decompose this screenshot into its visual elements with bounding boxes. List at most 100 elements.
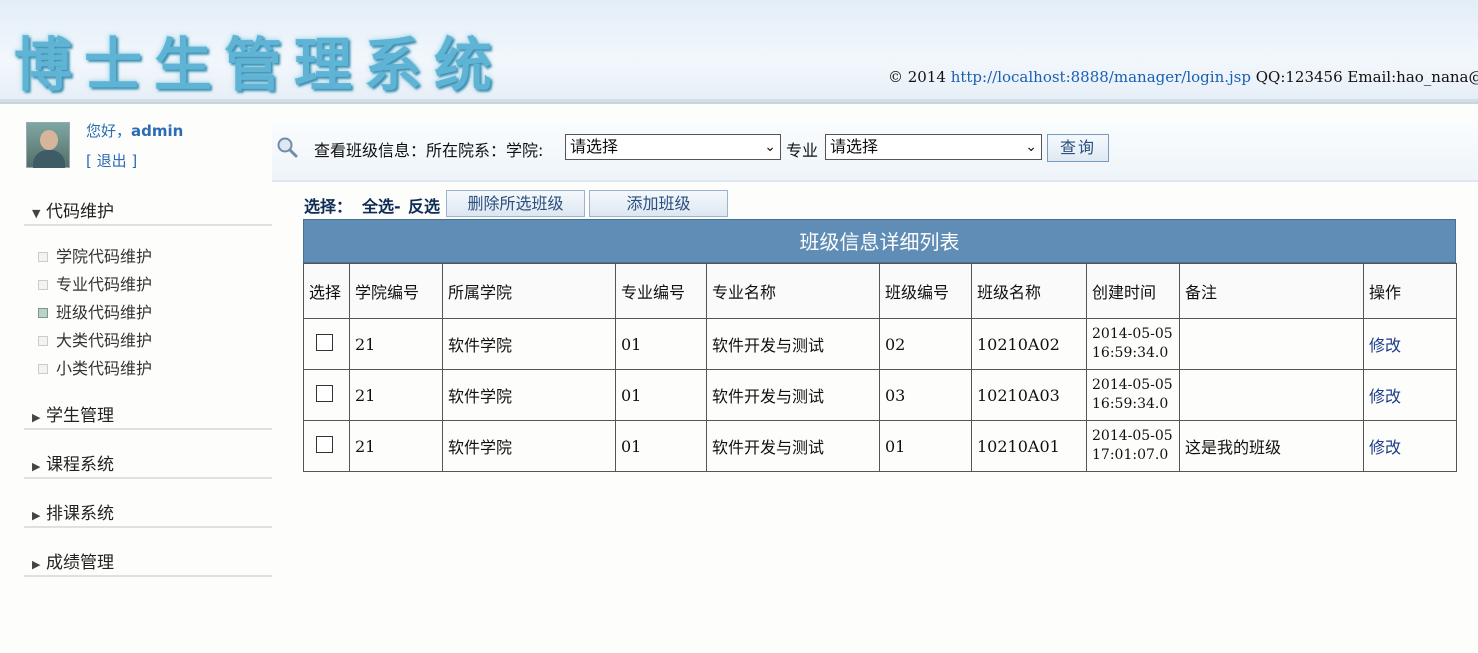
college-id-cell: 21 [349, 318, 443, 370]
search-icon [277, 137, 298, 158]
column-header: 专业编号 [615, 263, 707, 319]
created-clock: 17:01:07.0 [1092, 447, 1169, 463]
triangle-right-icon: ▶ [32, 411, 41, 424]
created-time-cell: 2014-05-05 17:01:07.0 [1086, 420, 1180, 472]
search-label: 查看班级信息：所在院系：学院: [314, 141, 544, 160]
note-cell: 这是我的班级 [1179, 420, 1364, 472]
chevron-down-icon: ⌄ [764, 139, 776, 155]
menu-course-system[interactable]: ▶ 课程系统 [24, 451, 272, 479]
college-cell: 软件学院 [442, 369, 616, 421]
college-select-value: 请选择 [570, 137, 619, 156]
add-class-button[interactable]: 添加班级 [589, 190, 728, 217]
app-logo: 博士生管理系统 [14, 31, 505, 99]
created-time-cell: 2014-05-05 16:59:34.0 [1086, 369, 1180, 421]
row-checkbox[interactable] [316, 435, 333, 453]
table-title: 班级信息详细列表 [303, 219, 1456, 263]
note-cell [1179, 369, 1364, 421]
username: admin [131, 122, 184, 140]
row-checkbox[interactable] [316, 384, 333, 402]
menu-label: 代码维护 [46, 202, 114, 222]
sidebar-item-label: 专业代码维护 [56, 275, 153, 294]
major-cell: 软件开发与测试 [706, 369, 880, 421]
created-clock: 16:59:34.0 [1092, 345, 1169, 361]
college-select[interactable]: 请选择 ⌄ [565, 134, 781, 160]
major-select-value: 请选择 [830, 137, 879, 156]
menu-student-management[interactable]: ▶ 学生管理 [24, 402, 272, 430]
sidebar-item-major-code[interactable]: 专业代码维护 [38, 272, 152, 298]
major-cell: 软件开发与测试 [706, 420, 880, 472]
avatar [26, 122, 70, 168]
sidebar-item-label: 大类代码维护 [56, 331, 153, 350]
header-banner: 博士生管理系统 © 2014 http://localhost:8888/man… [0, 0, 1478, 104]
menu-code-maintenance[interactable]: ▼ 代码维护 [24, 198, 272, 226]
header-divider [0, 99, 1478, 102]
select-all-link[interactable]: 全选- [362, 193, 401, 217]
login-url-link[interactable]: http://localhost:8888/manager/login.jsp [951, 68, 1251, 86]
class-table-panel: 班级信息详细列表 选择 学院编号 所属学院 专业编号 专业名称 班级编号 班级名… [303, 219, 1457, 472]
sidebar-item-label: 班级代码维护 [56, 303, 153, 322]
delete-selected-button[interactable]: 删除所选班级 [446, 190, 585, 217]
select-label: 选择： [304, 197, 353, 216]
sidebar: 您好，admin [ 退出 ] ▼ 代码维护 学院代码维护 专业代码维护 班级代码… [24, 110, 274, 650]
created-clock: 16:59:34.0 [1092, 396, 1169, 412]
sidebar-item-label: 学院代码维护 [56, 247, 153, 266]
class-id-cell: 03 [879, 369, 972, 421]
copyright-prefix: © 2014 [888, 68, 951, 86]
logout-link[interactable]: [ 退出 ] [86, 150, 137, 171]
class-id-cell: 02 [879, 318, 972, 370]
column-header: 学院编号 [349, 263, 443, 319]
copyright-line: © 2014 http://localhost:8888/manager/log… [888, 68, 1478, 86]
bullet-icon [38, 280, 48, 290]
query-button[interactable]: 查询 [1047, 134, 1109, 162]
sidebar-item-college-code[interactable]: 学院代码维护 [38, 244, 152, 270]
edit-link[interactable]: 修改 [1369, 387, 1401, 406]
college-id-cell: 21 [349, 420, 443, 472]
bullet-icon [38, 308, 48, 318]
column-header: 选择 [303, 263, 350, 319]
class-name-cell: 10210A03 [971, 369, 1087, 421]
edit-link[interactable]: 修改 [1369, 438, 1401, 457]
select-inverse-link[interactable]: 反选 [408, 193, 440, 217]
triangle-right-icon: ▶ [32, 460, 41, 473]
bullet-icon [38, 252, 48, 262]
greeting: 您好，admin [86, 120, 183, 141]
column-header: 班级名称 [971, 263, 1087, 319]
bullet-icon [38, 336, 48, 346]
table-row: 21 软件学院 01 软件开发与测试 03 10210A03 2014-05-0… [303, 369, 1457, 421]
class-name-cell: 10210A01 [971, 420, 1087, 472]
major-id-cell: 01 [615, 369, 707, 421]
major-select[interactable]: 请选择 ⌄ [825, 134, 1042, 160]
note-cell [1179, 318, 1364, 370]
table-header-row: 选择 学院编号 所属学院 专业编号 专业名称 班级编号 班级名称 创建时间 备注… [303, 263, 1457, 319]
menu-label: 学生管理 [46, 406, 114, 426]
created-date: 2014-05-05 [1092, 326, 1173, 342]
menu-grade-management[interactable]: ▶ 成绩管理 [24, 549, 272, 577]
search-bar: 查看班级信息：所在院系：学院: 请选择 ⌄ 专业 请选择 ⌄ 查询 [272, 118, 1478, 182]
created-time-cell: 2014-05-05 16:59:34.0 [1086, 318, 1180, 370]
column-header: 创建时间 [1086, 263, 1180, 319]
sidebar-item-class-code[interactable]: 班级代码维护 [38, 300, 152, 326]
table-row: 21 软件学院 01 软件开发与测试 02 10210A02 2014-05-0… [303, 318, 1457, 370]
column-header: 专业名称 [706, 263, 880, 319]
major-label: 专业 [786, 141, 819, 160]
sidebar-item-subcategory-code[interactable]: 小类代码维护 [38, 356, 152, 382]
menu-label: 成绩管理 [46, 553, 114, 573]
sidebar-item-category-code[interactable]: 大类代码维护 [38, 328, 152, 354]
menu-label: 课程系统 [46, 455, 114, 475]
major-id-cell: 01 [615, 420, 707, 472]
column-header: 操作 [1363, 263, 1457, 319]
greeting-prefix: 您好， [86, 122, 132, 140]
menu-scheduling-system[interactable]: ▶ 排课系统 [24, 500, 272, 528]
triangle-right-icon: ▶ [32, 509, 41, 522]
created-date: 2014-05-05 [1092, 377, 1173, 393]
major-id-cell: 01 [615, 318, 707, 370]
class-name-cell: 10210A02 [971, 318, 1087, 370]
college-cell: 软件学院 [442, 318, 616, 370]
edit-link[interactable]: 修改 [1369, 336, 1401, 355]
column-header: 所属学院 [442, 263, 616, 319]
triangle-right-icon: ▶ [32, 558, 41, 571]
row-checkbox[interactable] [316, 333, 333, 351]
column-header: 班级编号 [879, 263, 972, 319]
class-id-cell: 01 [879, 420, 972, 472]
major-cell: 软件开发与测试 [706, 318, 880, 370]
